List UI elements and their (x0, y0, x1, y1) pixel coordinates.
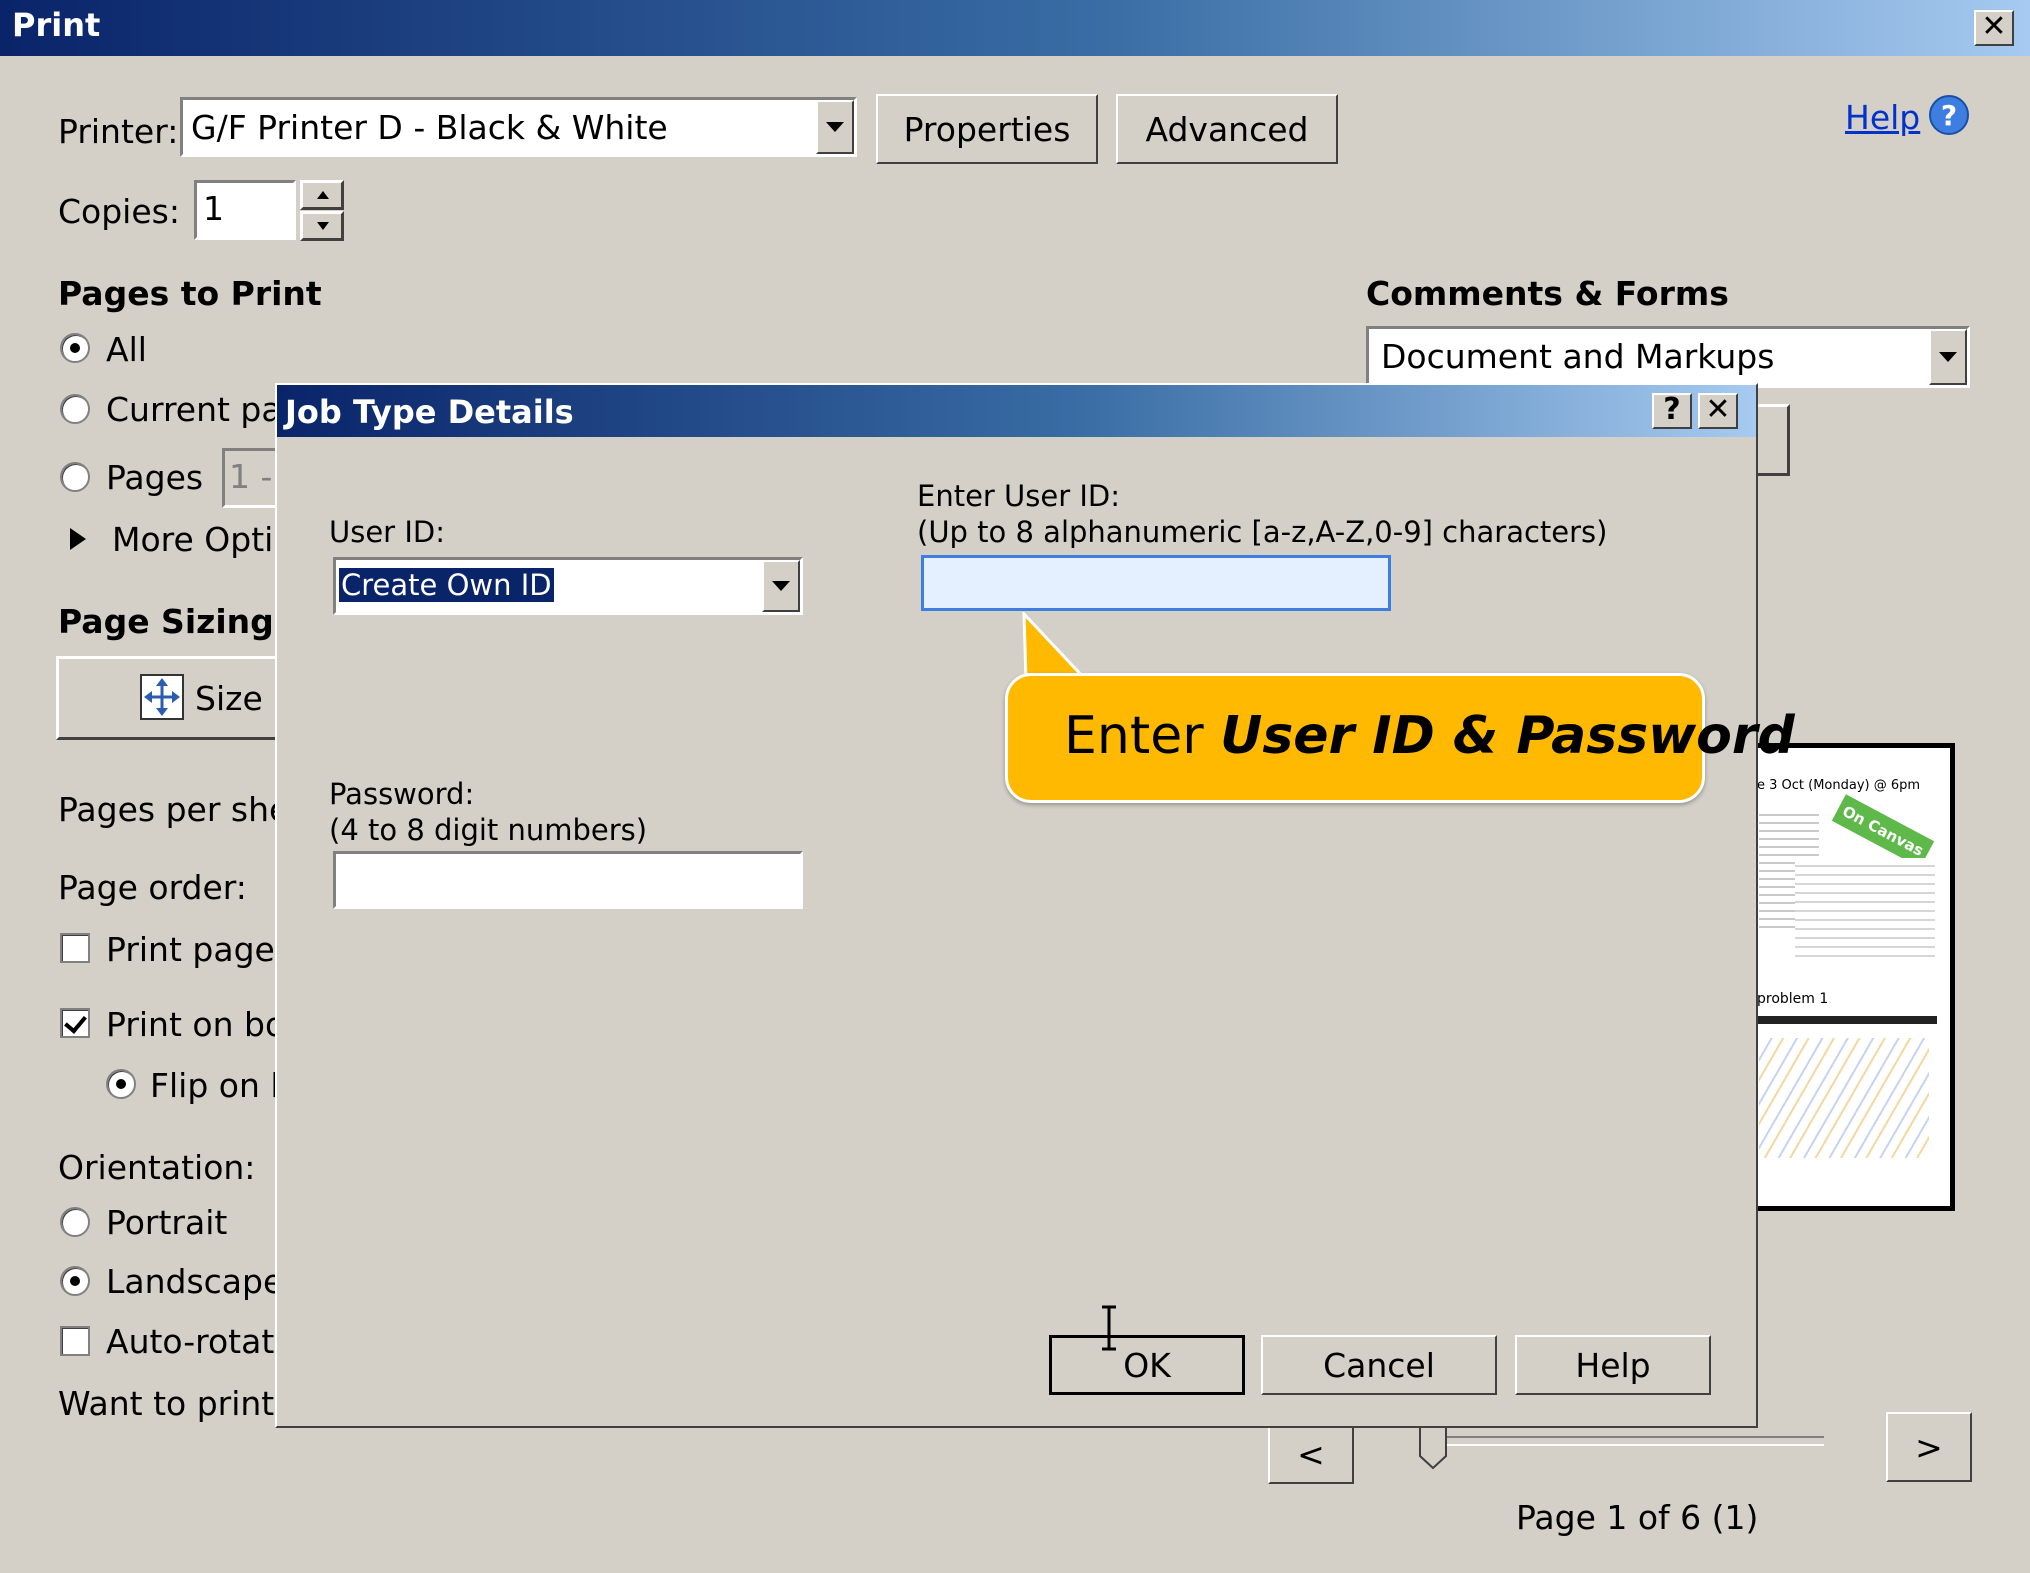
landscape-label: Landscape (106, 1262, 284, 1301)
printer-value: G/F Printer D - Black & White (191, 108, 668, 147)
chevron-down-icon[interactable] (816, 100, 854, 154)
landscape-radio[interactable] (60, 1266, 90, 1296)
preview-text-lines-2 (1795, 858, 1935, 958)
size-button-label: Size (195, 679, 263, 718)
advanced-button[interactable]: Advanced (1116, 94, 1338, 164)
portrait-label: Portrait (106, 1203, 228, 1242)
page-info: Page 1 of 6 (1) (1516, 1498, 1759, 1537)
print-both-sides-label: Print on bo (106, 1005, 286, 1044)
dialog-close-button[interactable]: ✕ (1698, 393, 1738, 429)
password-label: Password: (329, 777, 475, 811)
copies-value: 1 (203, 189, 224, 228)
comments-forms-heading: Comments & Forms (1366, 274, 1729, 313)
preview-handwriting (1759, 1038, 1929, 1158)
comments-forms-value: Document and Markups (1381, 337, 1775, 376)
chevron-down-icon[interactable] (762, 560, 800, 612)
preview-rule (1757, 1016, 1937, 1024)
user-id-value: Create Own ID (339, 568, 554, 602)
arrow-down-icon (317, 222, 329, 230)
pages-range-value: 1 - (229, 457, 273, 496)
orientation-label: Orientation: (58, 1148, 256, 1187)
comments-forms-select[interactable]: Document and Markups (1366, 326, 1970, 388)
copies-input[interactable]: 1 (194, 180, 296, 240)
expand-triangle-icon[interactable] (70, 528, 86, 550)
properties-button[interactable]: Properties (876, 94, 1098, 164)
cancel-button[interactable]: Cancel (1261, 1335, 1497, 1395)
window-title: Print (12, 6, 101, 44)
flip-radio[interactable] (106, 1069, 136, 1099)
prev-page-button[interactable]: < (1268, 1424, 1354, 1484)
help-circle-icon[interactable]: ? (1928, 94, 1970, 136)
radio-all[interactable] (60, 333, 90, 363)
enter-user-id-input[interactable] (921, 555, 1391, 611)
dialog-help-text-button[interactable]: Help (1515, 1335, 1711, 1395)
ok-button[interactable]: OK (1049, 1335, 1245, 1395)
portrait-radio[interactable] (60, 1207, 90, 1237)
auto-rotate-label: Auto-rotate (106, 1322, 295, 1361)
text-cursor-icon (1102, 1305, 1116, 1351)
radio-current-page[interactable] (60, 394, 90, 424)
enter-user-id-hint: (Up to 8 alphanumeric [a-z,A-Z,0-9] char… (917, 515, 1608, 549)
want-to-print-label: Want to print c (58, 1384, 303, 1423)
flip-label: Flip on l (150, 1066, 280, 1105)
svg-text:?: ? (1941, 99, 1957, 132)
callout-emphasis: User ID & Password (1220, 706, 1795, 766)
radio-pages-label: Pages (106, 458, 204, 497)
preview-heading-text: e 3 Oct (Monday) @ 6pm (1757, 778, 1921, 793)
copies-label: Copies: (58, 192, 180, 231)
printer-label: Printer: (58, 112, 179, 151)
printer-select[interactable]: G/F Printer D - Black & White (180, 97, 857, 157)
dialog-help-button[interactable]: ? (1652, 393, 1692, 429)
page-slider-track[interactable] (1424, 1436, 1824, 1446)
copies-increment-button[interactable] (300, 180, 344, 210)
user-id-select[interactable]: Create Own ID (333, 557, 803, 615)
print-page-checkbox[interactable] (60, 933, 90, 963)
next-page-button[interactable]: > (1886, 1412, 1972, 1482)
print-both-sides-checkbox[interactable] (60, 1008, 90, 1038)
size-button[interactable]: Size (56, 656, 286, 740)
radio-pages[interactable] (60, 462, 90, 492)
radio-all-label: All (106, 330, 147, 369)
more-options-toggle[interactable]: More Optic (112, 520, 291, 559)
on-canvas-stamp: On Canvas (1831, 794, 1935, 868)
pages-range-input[interactable]: 1 - (222, 448, 282, 508)
page-size-icon (140, 674, 184, 720)
help-link[interactable]: Help (1845, 98, 1920, 137)
enter-user-id-label: Enter User ID: (917, 479, 1121, 513)
password-hint: (4 to 8 digit numbers) (329, 813, 648, 847)
question-icon: ? (1663, 392, 1681, 427)
pages-per-sheet-label: Pages per shee (58, 790, 310, 829)
print-preview: e 3 Oct (Monday) @ 6pm On Canvas problem… (1750, 743, 1955, 1211)
callout-prefix: Enter (1064, 706, 1221, 766)
password-input[interactable] (333, 851, 803, 909)
copies-decrement-button[interactable] (300, 211, 344, 241)
radio-current-page-label: Current pag (106, 390, 303, 429)
auto-rotate-checkbox[interactable] (60, 1326, 90, 1356)
user-id-label: User ID: (329, 515, 445, 549)
dialog-title: Job Type Details (285, 393, 574, 431)
close-icon: ✕ (1981, 9, 2007, 44)
chevron-down-icon[interactable] (1929, 329, 1967, 385)
window-close-button[interactable]: ✕ (1974, 10, 2014, 46)
callout-bubble: Enter User ID & Password (1005, 673, 1795, 803)
page-order-label: Page order: (58, 868, 247, 907)
print-page-label: Print page l (106, 930, 295, 969)
job-type-details-dialog: Job Type Details ? ✕ User ID: Create Own… (275, 383, 1758, 1428)
window-title-bar (0, 0, 2030, 56)
callout-tail (1022, 612, 1090, 682)
arrow-up-icon (317, 191, 329, 199)
pages-to-print-heading: Pages to Print (58, 274, 322, 313)
close-icon: ✕ (1705, 392, 1731, 427)
preview-problem-label: problem 1 (1757, 991, 1829, 1007)
